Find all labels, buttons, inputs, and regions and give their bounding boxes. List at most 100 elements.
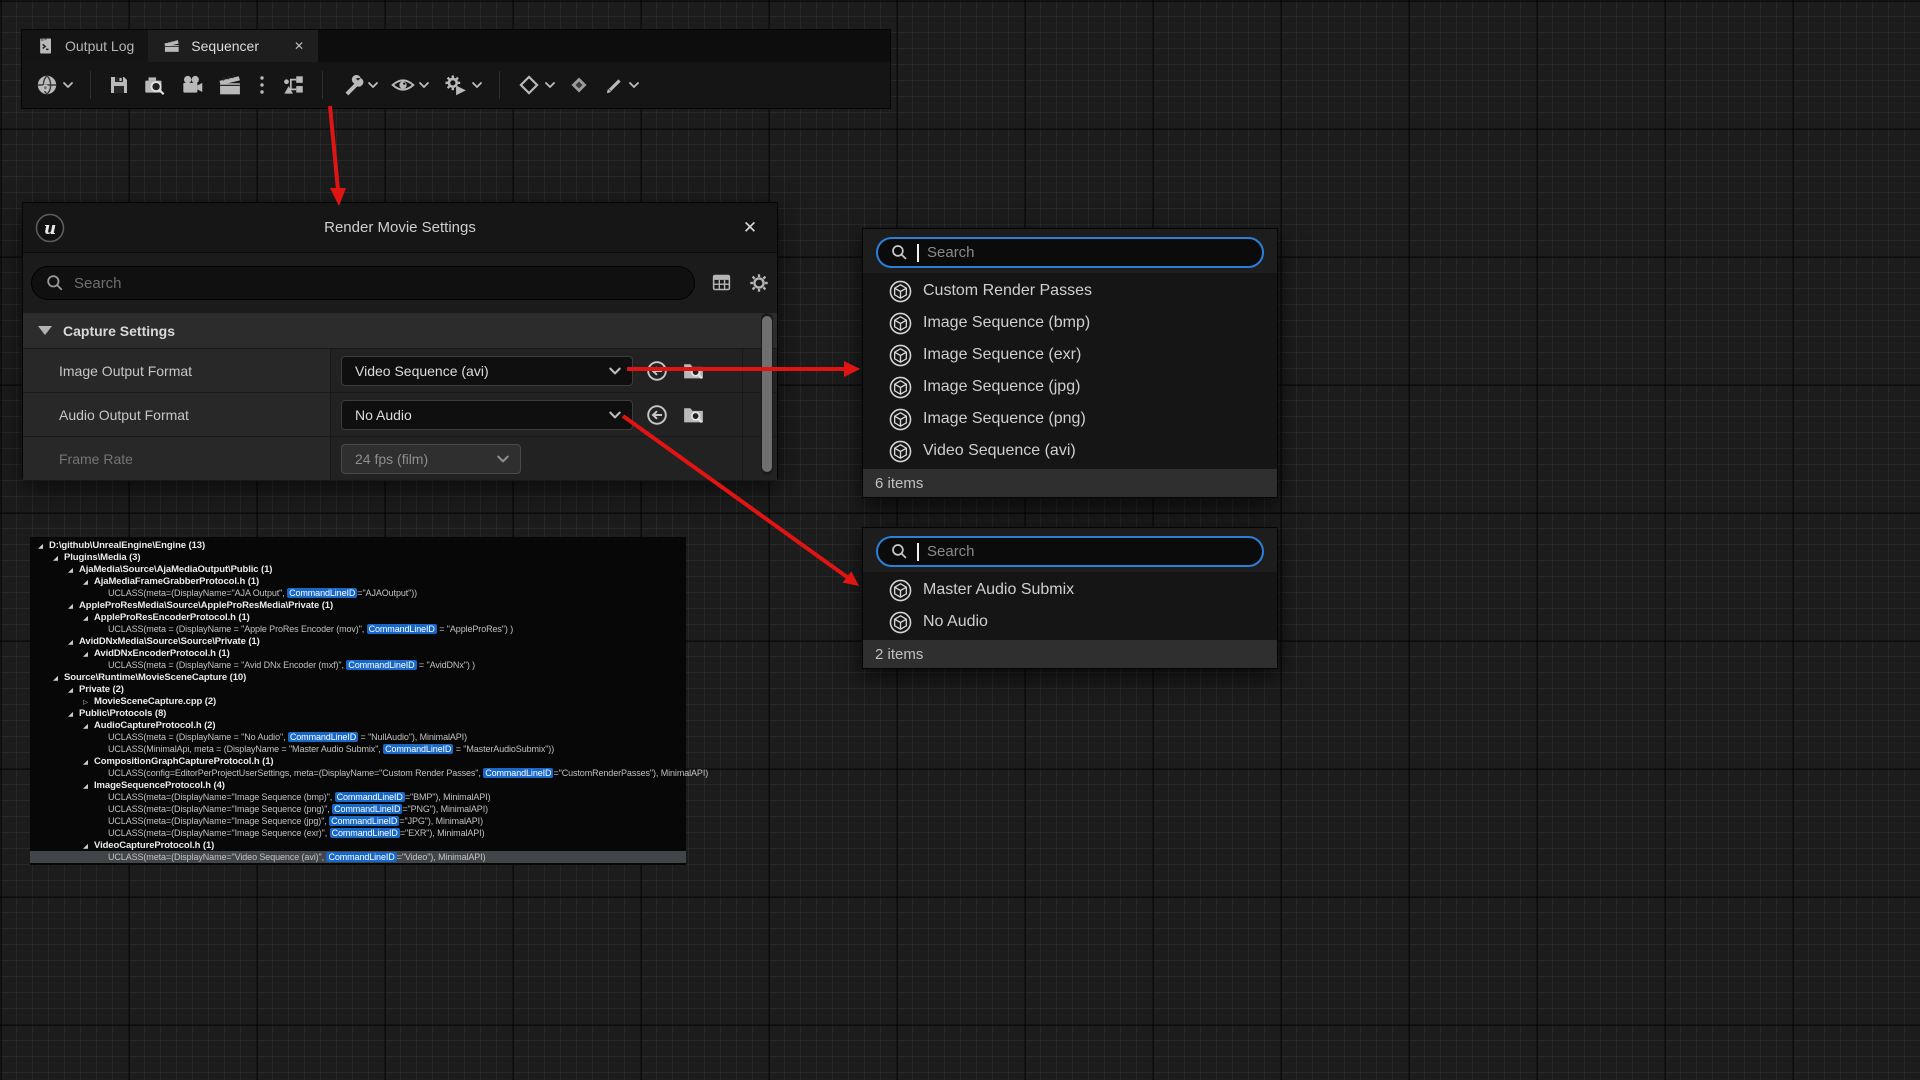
class-cube-icon xyxy=(889,344,912,367)
browse-to-asset-button[interactable] xyxy=(681,358,706,383)
audio-output-format-dropdown[interactable]: No Audio xyxy=(341,400,633,430)
code-result-line[interactable]: UCLASS(meta=(DisplayName="Image Sequence… xyxy=(30,803,686,815)
tree-node-label: AvidDNxMedia\Source\Source\Private xyxy=(79,636,246,647)
popup-list-item[interactable]: Image Sequence (bmp) xyxy=(863,307,1277,339)
tree-node[interactable]: ◢Source\Runtime\MovieSceneCapture (10) xyxy=(30,671,686,683)
more-options-button[interactable] xyxy=(253,70,271,100)
match-highlight: CommandLineID xyxy=(383,744,453,754)
find-in-content-browser-button[interactable] xyxy=(140,70,170,100)
code-result-line[interactable]: UCLASS(meta = (DisplayName = "No Audio",… xyxy=(30,731,686,743)
tree-node[interactable]: ◢ImageSequenceProtocol.h (4) xyxy=(30,779,686,791)
popup-list-item[interactable]: Image Sequence (jpg) xyxy=(863,371,1277,403)
camera-icon xyxy=(179,72,205,98)
code-result-line[interactable]: UCLASS(meta=(DisplayName="Video Sequence… xyxy=(30,851,686,863)
expander-expanded-icon: ◢ xyxy=(38,541,49,553)
code-result-line[interactable]: UCLASS(MinimalApi, meta = (DisplayName =… xyxy=(30,743,686,755)
tree-node[interactable]: ◢CompositionGraphCaptureProtocol.h (1) xyxy=(30,755,686,767)
circle-arrow-left-icon xyxy=(645,359,669,383)
code-result-line[interactable]: UCLASS(meta=(DisplayName="AJA Output", C… xyxy=(30,587,686,599)
expander-expanded-icon: ◢ xyxy=(83,721,94,733)
popup-list-item[interactable]: No Audio xyxy=(863,606,1277,638)
world-button[interactable] xyxy=(32,70,76,100)
render-movie-button[interactable] xyxy=(214,69,246,101)
tree-node[interactable]: ◢AppleProResMedia\Source\AppleProResMedi… xyxy=(30,599,686,611)
image-output-format-dropdown[interactable]: Video Sequence (avi) xyxy=(341,356,633,386)
tab-close-icon[interactable]: ✕ xyxy=(294,39,304,53)
popup-search-row: Search xyxy=(863,528,1277,572)
popup-footer: 6 items xyxy=(863,469,1277,497)
view-options-button[interactable] xyxy=(388,70,432,100)
tools-button[interactable] xyxy=(337,70,381,100)
popup-list-item[interactable]: Video Sequence (avi) xyxy=(863,435,1277,467)
tree-node[interactable]: ◢D:\github\UnrealEngine\Engine (13) xyxy=(30,539,686,551)
toolbar-separator xyxy=(499,71,500,99)
popup-list-item[interactable]: Custom Render Passes xyxy=(863,275,1277,307)
popup-list-item[interactable]: Image Sequence (png) xyxy=(863,403,1277,435)
settings-button[interactable] xyxy=(748,272,770,294)
tree-node[interactable]: ◢Plugins\Media (3) xyxy=(30,551,686,563)
create-camera-button[interactable] xyxy=(177,70,207,100)
settings-search-input[interactable]: Search xyxy=(31,266,695,300)
tree-node-label: AudioCaptureProtocol.h xyxy=(94,720,202,731)
match-highlight: CommandLineID xyxy=(367,624,437,634)
dialog-scrollbar[interactable] xyxy=(761,313,773,475)
class-cube-icon xyxy=(889,376,912,399)
edit-button[interactable] xyxy=(600,71,642,99)
save-icon xyxy=(107,73,131,97)
tab-sequencer[interactable]: Sequencer ✕ xyxy=(148,30,318,62)
scrollbar-thumb[interactable] xyxy=(762,316,772,472)
tree-node[interactable]: ◢AppleProResEncoderProtocol.h (1) xyxy=(30,611,686,623)
item-label: No Audio xyxy=(923,613,988,631)
eye-icon xyxy=(390,72,416,98)
playback-options-button[interactable] xyxy=(439,70,485,100)
column-view-button[interactable] xyxy=(711,272,732,293)
code-result-line[interactable]: UCLASS(meta=(DisplayName="Image Sequence… xyxy=(30,827,686,839)
tree-node[interactable]: ◢Public\Protocols (8) xyxy=(30,707,686,719)
search-icon xyxy=(45,273,65,293)
tree-node[interactable]: ◢VideoCaptureProtocol.h (1) xyxy=(30,839,686,851)
search-placeholder: Search xyxy=(927,244,975,261)
popup-list-item[interactable]: Image Sequence (exr) xyxy=(863,339,1277,371)
tree-node[interactable]: ◢AvidDNxEncoderProtocol.h (1) xyxy=(30,647,686,659)
capture-settings-section[interactable]: Capture Settings xyxy=(23,313,777,349)
tree-node[interactable]: ◢AvidDNxMedia\Source\Source\Private (1) xyxy=(30,635,686,647)
popup-search-input[interactable]: Search xyxy=(876,237,1264,268)
tree-node[interactable]: ◢AjaMediaFrameGrabberProtocol.h (1) xyxy=(30,575,686,587)
code-result-line[interactable]: UCLASS(meta=(DisplayName="Image Sequence… xyxy=(30,791,686,803)
tree-node[interactable]: ◢AjaMedia\Source\AjaMediaOutput\Public (… xyxy=(30,563,686,575)
use-selected-asset-button[interactable] xyxy=(645,403,669,427)
key-options-button[interactable] xyxy=(514,70,558,100)
tree-node[interactable]: ◢AudioCaptureProtocol.h (2) xyxy=(30,719,686,731)
code-result-line[interactable]: UCLASS(meta = (DisplayName = "Avid DNx E… xyxy=(30,659,686,671)
popup-list-item[interactable]: Master Audio Submix xyxy=(863,574,1277,606)
playback-options-icon xyxy=(441,72,469,98)
use-selected-asset-button[interactable] xyxy=(645,359,669,383)
dialog-title-bar[interactable]: u Render Movie Settings ✕ xyxy=(23,203,777,253)
expander-expanded-icon: ◢ xyxy=(53,673,64,685)
output-log-icon xyxy=(36,36,56,56)
frame-rate-dropdown: 24 fps (film) xyxy=(341,444,521,474)
item-label: Image Sequence (png) xyxy=(923,410,1086,428)
chevron-down-icon xyxy=(62,79,74,91)
expander-expanded-icon: ◢ xyxy=(68,601,79,613)
row-value: 24 fps (film) xyxy=(331,437,742,480)
save-button[interactable] xyxy=(105,71,133,99)
browse-to-asset-button[interactable] xyxy=(681,402,706,427)
code-result-line[interactable]: UCLASS(config=EditorPerProjectUserSettin… xyxy=(30,767,686,779)
code-result-line[interactable]: UCLASS(meta=(DisplayName="Image Sequence… xyxy=(30,815,686,827)
expander-expanded-icon: ◢ xyxy=(68,565,79,577)
tree-node-label: ImageSequenceProtocol.h xyxy=(94,780,211,791)
auto-key-button[interactable] xyxy=(565,71,593,99)
search-placeholder: Search xyxy=(927,543,975,560)
tree-node[interactable]: ▷MovieSceneCapture.cpp (2) xyxy=(30,695,686,707)
popup-search-input[interactable]: Search xyxy=(876,536,1264,567)
expander-expanded-icon: ◢ xyxy=(53,553,64,565)
hierarchy-button[interactable] xyxy=(278,70,308,100)
code-result-line[interactable]: UCLASS(meta = (DisplayName = "Apple ProR… xyxy=(30,623,686,635)
tab-output-log[interactable]: Output Log xyxy=(22,30,148,62)
tree-node[interactable]: ◢Private (2) xyxy=(30,683,686,695)
row-label: Frame Rate xyxy=(23,437,331,480)
dialog-search-row: Search xyxy=(23,253,777,313)
dialog-close-button[interactable]: ✕ xyxy=(737,215,763,241)
expander-expanded-icon: ◢ xyxy=(83,613,94,625)
